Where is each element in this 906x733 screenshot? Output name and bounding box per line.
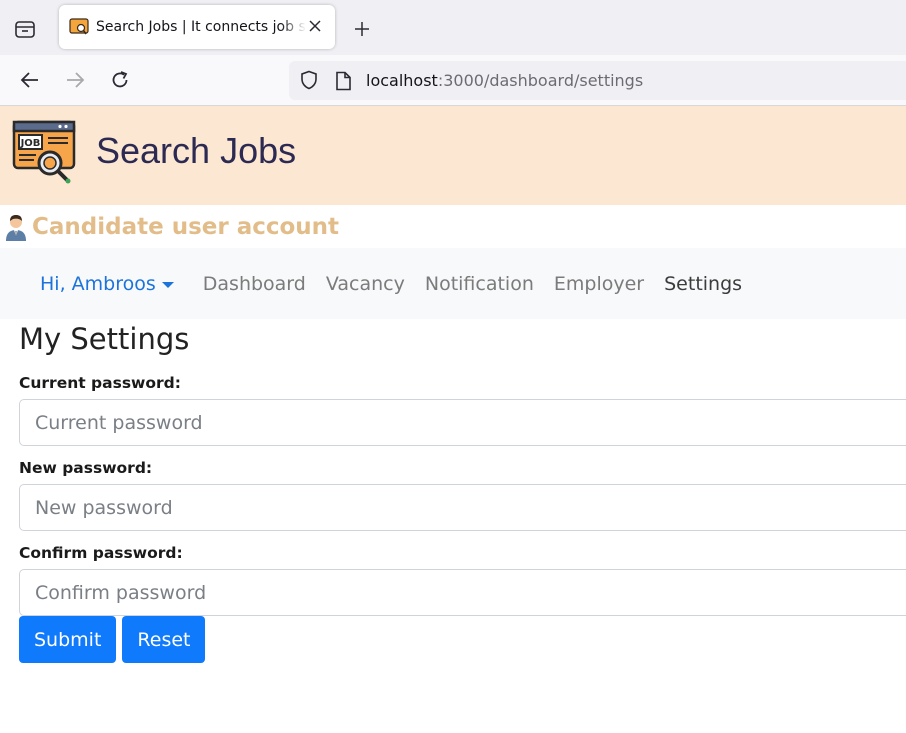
svg-text:JOB: JOB	[20, 138, 41, 149]
current-password-label: Current password:	[19, 374, 181, 392]
form-actions: Submit Reset	[19, 616, 906, 663]
nav-link-settings[interactable]: Settings	[664, 273, 742, 295]
job-search-logo-icon: JOB	[12, 120, 76, 184]
user-menu-label: Hi, Ambroos	[40, 272, 156, 295]
back-arrow-icon[interactable]	[18, 68, 42, 92]
new-password-input[interactable]	[19, 484, 906, 531]
reset-button[interactable]: Reset	[122, 616, 206, 663]
browser-tab-strip: Search Jobs | It connects job seekers	[0, 0, 906, 55]
new-password-label: New password:	[19, 459, 153, 477]
caret-down-icon	[161, 281, 174, 288]
url-text[interactable]: localhost:3000/dashboard/settings	[366, 71, 643, 90]
current-password-input[interactable]	[19, 399, 906, 446]
shield-icon[interactable]	[299, 70, 319, 90]
confirm-password-label: Confirm password:	[19, 544, 183, 562]
page-title: My Settings	[19, 322, 190, 356]
site-header: JOB Search Jobs	[0, 106, 906, 205]
close-tab-icon[interactable]	[307, 18, 323, 34]
settings-form: My Settings Current password: New passwo…	[19, 319, 906, 663]
page-icon[interactable]	[334, 71, 352, 91]
tab-title: Search Jobs | It connects job seekers	[96, 19, 306, 35]
nav-link-vacancy[interactable]: Vacancy	[326, 273, 405, 295]
forward-arrow-icon[interactable]	[63, 68, 87, 92]
confirm-password-input[interactable]	[19, 569, 906, 616]
new-tab-icon[interactable]	[350, 17, 374, 41]
nav-link-employer[interactable]: Employer	[554, 273, 644, 295]
tab-list-icon[interactable]	[12, 16, 38, 42]
nav-link-notification[interactable]: Notification	[425, 273, 534, 295]
url-host: localhost	[366, 71, 438, 90]
favicon-icon	[69, 18, 89, 35]
reload-icon[interactable]	[108, 68, 132, 92]
submit-button[interactable]: Submit	[19, 616, 117, 663]
url-path: :3000/dashboard/settings	[437, 71, 644, 90]
account-type-label: Candidate user account	[32, 213, 340, 240]
site-title: Search Jobs	[96, 130, 297, 171]
address-bar[interactable]: localhost:3000/dashboard/settings	[289, 61, 906, 100]
user-menu-dropdown[interactable]: Hi, Ambroos	[40, 273, 174, 295]
businessman-avatar-icon	[6, 214, 26, 241]
nav-link-dashboard[interactable]: Dashboard	[203, 273, 306, 295]
browser-toolbar: localhost:3000/dashboard/settings	[0, 55, 906, 106]
main-navigation: Hi, Ambroos Dashboard Vacancy Notificati…	[0, 248, 906, 319]
account-banner: Candidate user account	[0, 205, 906, 248]
browser-tab[interactable]: Search Jobs | It connects job seekers	[59, 5, 335, 49]
